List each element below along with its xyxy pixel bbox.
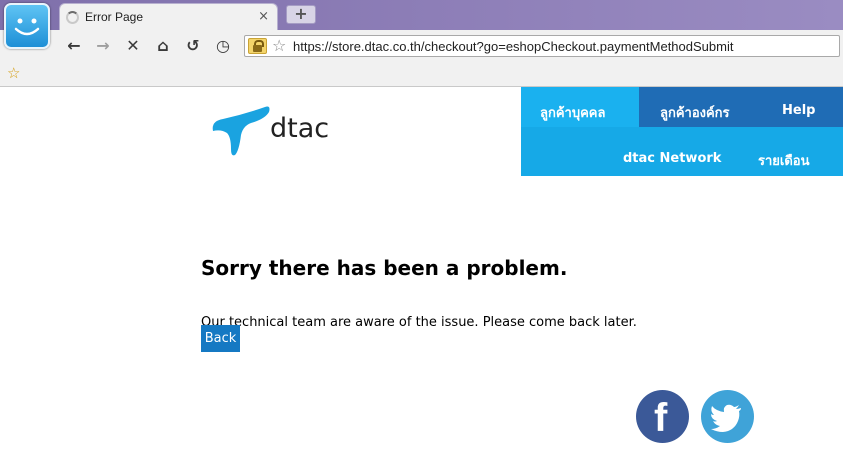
bookmarks-bar: ☆ [0, 62, 843, 87]
home-icon[interactable]: ⌂ [153, 37, 173, 57]
nav-item-monthly[interactable]: รายเดือน [758, 150, 809, 171]
browser-app-icon[interactable] [4, 3, 50, 49]
tab-close-icon[interactable]: × [258, 9, 269, 24]
undo-icon[interactable]: ↺ [183, 37, 203, 57]
back-arrow-icon[interactable]: ← [64, 37, 84, 57]
new-tab-button[interactable]: + [286, 5, 316, 24]
error-message: Our technical team are aware of the issu… [201, 315, 637, 330]
loading-icon [66, 11, 79, 24]
address-bar[interactable]: ☆ https://store.dtac.co.th/checkout?go=e… [244, 35, 840, 57]
page-content: dtac ลูกค้าบุคคล ลูกค้าองค์กร Help dtac … [0, 87, 843, 454]
facebook-icon[interactable]: f [636, 390, 689, 443]
error-title: Sorry there has been a problem. [201, 256, 568, 280]
back-button[interactable]: Back [201, 325, 240, 352]
lock-icon[interactable] [248, 38, 267, 54]
nav-item-network[interactable]: dtac Network [623, 151, 721, 166]
nav-item-corporate[interactable]: ลูกค้าองค์กร [660, 102, 730, 123]
nav-item-help[interactable]: Help [782, 103, 815, 118]
twitter-icon[interactable] [701, 390, 754, 443]
top-navigation: ลูกค้าบุคคล ลูกค้าองค์กร Help dtac Netwo… [521, 87, 843, 176]
stop-icon[interactable]: ✕ [123, 37, 143, 57]
forward-arrow-icon[interactable]: → [93, 37, 113, 57]
history-icon[interactable]: ◷ [213, 37, 233, 57]
nav-item-personal[interactable]: ลูกค้าบุคคล [540, 102, 605, 123]
bookmark-star-icon[interactable]: ☆ [272, 36, 286, 55]
url-text[interactable]: https://store.dtac.co.th/checkout?go=esh… [293, 39, 733, 54]
tab-title: Error Page [85, 10, 144, 24]
browser-toolbar: ← → ✕ ⌂ ↺ ◷ ☆ https://store.dtac.co.th/c… [0, 30, 843, 62]
bookmarks-star-icon[interactable]: ☆ [7, 64, 20, 82]
logo-text: dtac [270, 113, 330, 144]
browser-tab[interactable]: Error Page × [59, 3, 278, 31]
